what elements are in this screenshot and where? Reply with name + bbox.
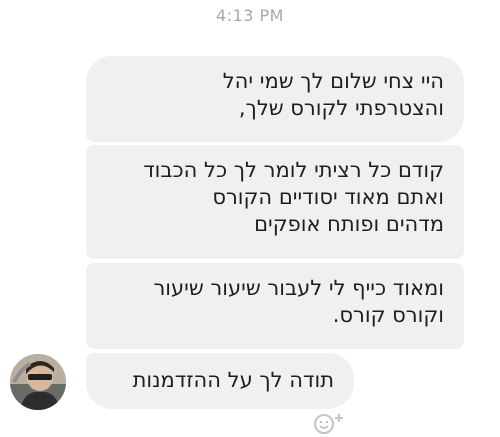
add-reaction-button[interactable] [312, 410, 352, 436]
add-reaction-icon [314, 414, 343, 434]
message-bubble[interactable]: תודה לך על ההזדמנות [86, 353, 354, 409]
message-bubble[interactable]: קודם כל רציתי לומר לך כל הכבוד ואתם מאוד… [86, 145, 464, 259]
sender-avatar[interactable] [10, 354, 66, 410]
message-timestamp: 4:13 PM [216, 6, 284, 25]
avatar-image [10, 354, 66, 410]
message-bubble[interactable]: היי צחי שלום לך שמי יהל והצטרפתי לקורס ש… [86, 56, 464, 142]
message-bubble[interactable]: ומאוד כייף לי לעבור שיעור שיעור וקורס קו… [86, 263, 464, 349]
